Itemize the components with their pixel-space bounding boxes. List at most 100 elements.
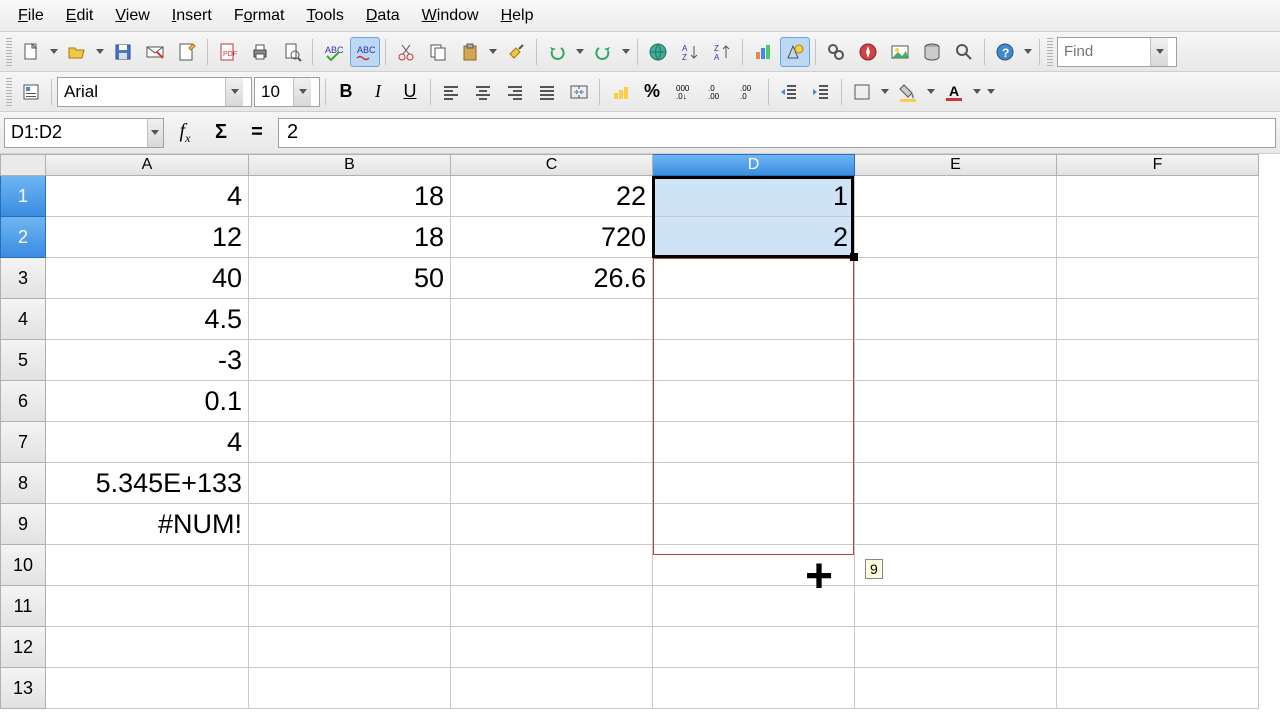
- sort-asc-button[interactable]: AZ: [675, 37, 705, 67]
- row-header-12[interactable]: 12: [0, 627, 46, 668]
- fill-handle[interactable]: [850, 253, 858, 261]
- cell-A7[interactable]: 4: [46, 422, 249, 463]
- cell-E11[interactable]: [855, 586, 1057, 627]
- cell-E12[interactable]: [855, 627, 1057, 668]
- menu-edit[interactable]: Edit: [56, 3, 104, 29]
- sum-button[interactable]: Σ: [206, 118, 236, 148]
- column-header-A[interactable]: A: [46, 154, 249, 176]
- function-wizard-button[interactable]: fx: [170, 118, 200, 148]
- name-box-arrow[interactable]: [147, 119, 163, 147]
- row-header-9[interactable]: 9: [0, 504, 46, 545]
- cell-C6[interactable]: [451, 381, 653, 422]
- find-dropdown-arrow[interactable]: [1150, 38, 1168, 66]
- open-button[interactable]: [62, 37, 92, 67]
- column-header-E[interactable]: E: [855, 154, 1057, 176]
- cell-C5[interactable]: [451, 340, 653, 381]
- edit-doc-button[interactable]: [172, 37, 202, 67]
- cell-E4[interactable]: [855, 299, 1057, 340]
- row-header-6[interactable]: 6: [0, 381, 46, 422]
- row-header-11[interactable]: 11: [0, 586, 46, 627]
- cell-A6[interactable]: 0.1: [46, 381, 249, 422]
- cell-B2[interactable]: 18: [249, 217, 451, 258]
- cell-B6[interactable]: [249, 381, 451, 422]
- cell-F10[interactable]: [1057, 545, 1259, 586]
- new-doc-button[interactable]: [16, 37, 46, 67]
- cell-A4[interactable]: 4.5: [46, 299, 249, 340]
- cell-F9[interactable]: [1057, 504, 1259, 545]
- row-header-4[interactable]: 4: [0, 299, 46, 340]
- export-pdf-button[interactable]: PDF: [213, 37, 243, 67]
- menu-help[interactable]: Help: [491, 3, 544, 29]
- menu-file[interactable]: File: [8, 3, 54, 29]
- cell-E9[interactable]: [855, 504, 1057, 545]
- cell-F5[interactable]: [1057, 340, 1259, 381]
- cell-B13[interactable]: [249, 668, 451, 709]
- font-color-dropdown[interactable]: [971, 77, 983, 107]
- save-button[interactable]: [108, 37, 138, 67]
- navigator-button[interactable]: [853, 37, 883, 67]
- justify-button[interactable]: [532, 77, 562, 107]
- cell-F3[interactable]: [1057, 258, 1259, 299]
- row-header-8[interactable]: 8: [0, 463, 46, 504]
- font-size-input[interactable]: [255, 78, 293, 106]
- cell-D13[interactable]: [653, 668, 855, 709]
- cell-B10[interactable]: [249, 545, 451, 586]
- menu-insert[interactable]: Insert: [162, 3, 222, 29]
- cell-B9[interactable]: [249, 504, 451, 545]
- toolbar-overflow[interactable]: [1022, 37, 1034, 67]
- cell-D1[interactable]: 1: [653, 176, 855, 217]
- cell-F6[interactable]: [1057, 381, 1259, 422]
- cell-C13[interactable]: [451, 668, 653, 709]
- cell-B12[interactable]: [249, 627, 451, 668]
- underline-button[interactable]: U: [395, 77, 425, 107]
- cell-C7[interactable]: [451, 422, 653, 463]
- column-header-F[interactable]: F: [1057, 154, 1259, 176]
- increase-indent-button[interactable]: [806, 77, 836, 107]
- find-combo[interactable]: [1057, 37, 1177, 67]
- cell-A8[interactable]: 5.345E+133: [46, 463, 249, 504]
- cell-A1[interactable]: 4: [46, 176, 249, 217]
- chart-button[interactable]: [748, 37, 778, 67]
- cell-A3[interactable]: 40: [46, 258, 249, 299]
- cell-E1[interactable]: [855, 176, 1057, 217]
- cell-E3[interactable]: [855, 258, 1057, 299]
- cell-D5[interactable]: [653, 340, 855, 381]
- cell-D7[interactable]: [653, 422, 855, 463]
- spellcheck-button[interactable]: ABC: [318, 37, 348, 67]
- row-header-3[interactable]: 3: [0, 258, 46, 299]
- cell-A10[interactable]: [46, 545, 249, 586]
- toolbar-grip-3[interactable]: [6, 78, 12, 106]
- cell-D8[interactable]: [653, 463, 855, 504]
- cell-A12[interactable]: [46, 627, 249, 668]
- cell-C8[interactable]: [451, 463, 653, 504]
- copy-button[interactable]: [423, 37, 453, 67]
- currency-button[interactable]: [605, 77, 635, 107]
- cell-C12[interactable]: [451, 627, 653, 668]
- cell-C3[interactable]: 26.6: [451, 258, 653, 299]
- name-box[interactable]: [4, 118, 164, 148]
- cell-C2[interactable]: 720: [451, 217, 653, 258]
- row-header-7[interactable]: 7: [0, 422, 46, 463]
- cell-D9[interactable]: [653, 504, 855, 545]
- number-format-button[interactable]: 000.0↓: [669, 77, 699, 107]
- cell-B3[interactable]: 50: [249, 258, 451, 299]
- paste-dropdown[interactable]: [487, 37, 499, 67]
- font-color-button[interactable]: A: [939, 77, 969, 107]
- cut-button[interactable]: [391, 37, 421, 67]
- menu-data[interactable]: Data: [356, 3, 410, 29]
- font-size-arrow[interactable]: [293, 78, 311, 106]
- percent-button[interactable]: %: [637, 77, 667, 107]
- print-button[interactable]: [245, 37, 275, 67]
- cell-B4[interactable]: [249, 299, 451, 340]
- cell-C10[interactable]: [451, 545, 653, 586]
- cell-D4[interactable]: [653, 299, 855, 340]
- row-header-5[interactable]: 5: [0, 340, 46, 381]
- cell-reference-input[interactable]: [5, 119, 147, 147]
- sort-desc-button[interactable]: ZA: [707, 37, 737, 67]
- row-header-1[interactable]: 1: [0, 176, 46, 217]
- cell-A11[interactable]: [46, 586, 249, 627]
- bg-color-dropdown[interactable]: [925, 77, 937, 107]
- paste-button[interactable]: [455, 37, 485, 67]
- cell-D10[interactable]: [653, 545, 855, 586]
- auto-spellcheck-button[interactable]: ABC: [350, 37, 380, 67]
